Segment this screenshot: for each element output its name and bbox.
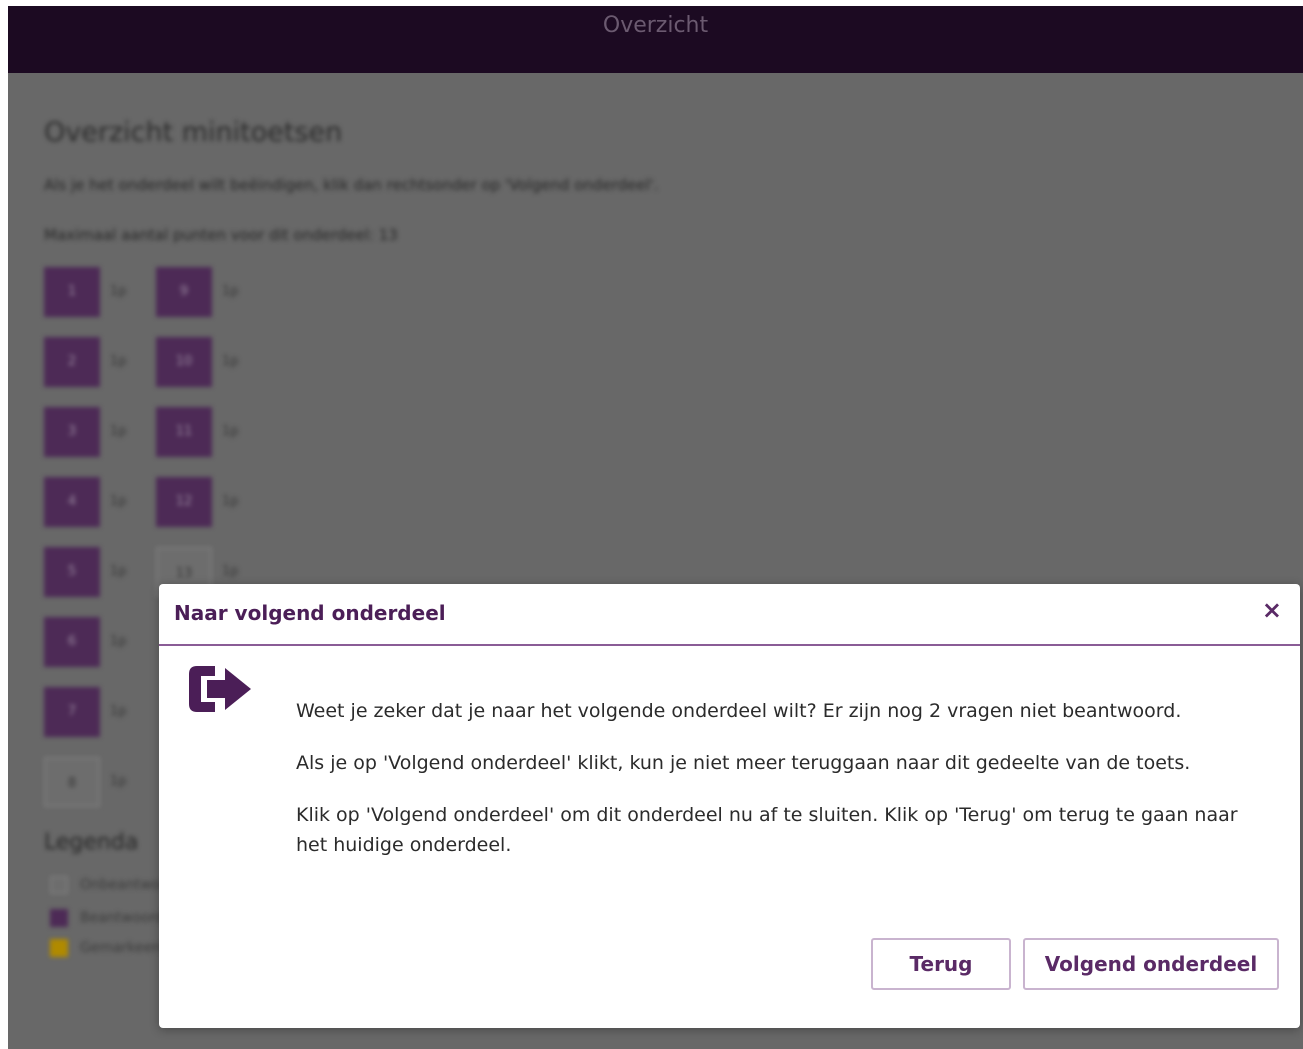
question-points: 1p bbox=[222, 564, 239, 579]
question-points: 1p bbox=[222, 494, 239, 509]
dialog-title: Naar volgend onderdeel bbox=[174, 601, 446, 625]
question-points: 1p bbox=[222, 354, 239, 369]
legend-label: Beantwoord bbox=[80, 910, 165, 926]
question-points: 1p bbox=[222, 284, 239, 299]
dialog-body: Weet je zeker dat je naar het volgende o… bbox=[296, 696, 1271, 882]
question-button-10[interactable]: 10 bbox=[156, 337, 212, 387]
dialog-message-unanswered: Weet je zeker dat je naar het volgende o… bbox=[296, 700, 1182, 722]
top-bar: Overzicht bbox=[8, 6, 1303, 73]
question-button-11[interactable]: 11 bbox=[156, 407, 212, 457]
question-button-2[interactable]: 2 bbox=[44, 337, 100, 387]
page-title: Overzicht minitoetsen bbox=[44, 117, 343, 148]
question-points: 1p bbox=[222, 424, 239, 439]
question-button-12[interactable]: 12 bbox=[156, 477, 212, 527]
question-points: 1p bbox=[110, 494, 127, 509]
next-section-button[interactable]: Volgend onderdeel bbox=[1023, 938, 1279, 990]
question-button-3[interactable]: 3 bbox=[44, 407, 100, 457]
dialog-header: Naar volgend onderdeel × bbox=[159, 584, 1300, 646]
legend-swatch-answered bbox=[50, 909, 68, 927]
legend-swatch-unanswered bbox=[50, 876, 68, 894]
question-points: 1p bbox=[110, 284, 127, 299]
question-points: 1p bbox=[110, 564, 127, 579]
close-icon[interactable]: × bbox=[1262, 598, 1282, 622]
question-points: 1p bbox=[110, 424, 127, 439]
question-button-1[interactable]: 1 bbox=[44, 267, 100, 317]
instruction-text: Als je het onderdeel wilt beëindigen, kl… bbox=[44, 176, 659, 194]
question-button-9[interactable]: 9 bbox=[156, 267, 212, 317]
dialog-message-warning: Als je op 'Volgend onderdeel' klikt, kun… bbox=[296, 752, 1191, 774]
question-points: 1p bbox=[110, 704, 127, 719]
question-button-6[interactable]: 6 bbox=[44, 617, 100, 667]
dialog-message-instructions: Klik op 'Volgend onderdeel' om dit onder… bbox=[296, 804, 1238, 856]
top-bar-title: Overzicht bbox=[602, 13, 709, 38]
question-points: 1p bbox=[110, 354, 127, 369]
question-points: 1p bbox=[110, 634, 127, 649]
question-button-8[interactable]: 8 bbox=[44, 757, 100, 807]
question-button-7[interactable]: 7 bbox=[44, 687, 100, 737]
question-button-5[interactable]: 5 bbox=[44, 547, 100, 597]
question-button-4[interactable]: 4 bbox=[44, 477, 100, 527]
next-section-dialog: Naar volgend onderdeel × Weet je zeker d… bbox=[159, 584, 1300, 1028]
back-button[interactable]: Terug bbox=[871, 938, 1011, 990]
question-points: 1p bbox=[110, 774, 127, 789]
legend-label: Gemarkeerd bbox=[80, 940, 167, 956]
max-points-text: Maximaal aantal punten voor dit onderdee… bbox=[44, 226, 398, 244]
legend-swatch-marked bbox=[50, 939, 68, 957]
legend-title: Legenda bbox=[44, 830, 139, 855]
sign-out-arrow-icon bbox=[185, 660, 255, 720]
